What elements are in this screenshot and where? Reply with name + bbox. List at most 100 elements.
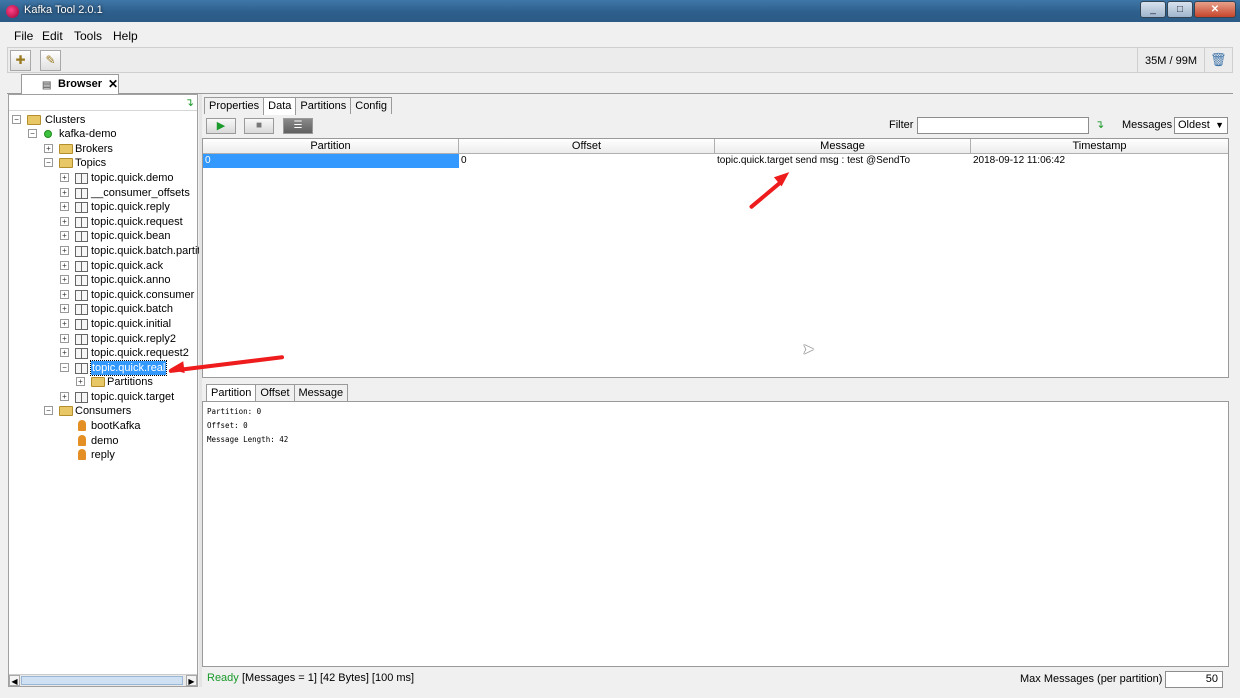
column-header[interactable]: Timestamp	[971, 139, 1228, 154]
tab-browser[interactable]: ▤ Browser ✕	[21, 74, 119, 94]
message-detail-panel: Partition: 0 Offset: 0 Message Length: 4…	[202, 401, 1229, 667]
detail-line: Partition: 0	[207, 407, 262, 416]
expand-icon[interactable]: +	[60, 392, 69, 401]
topic-icon	[75, 319, 88, 330]
menu-help[interactable]: Help	[113, 29, 138, 43]
edit-cluster-button[interactable]: ✎	[40, 50, 61, 71]
expand-icon[interactable]: +	[60, 187, 69, 197]
browser-icon: ▤	[42, 80, 52, 91]
tree-label: topic.quick.bean	[91, 230, 171, 243]
tree-label: topic.quick.request2	[91, 347, 189, 360]
tab-detail-offset[interactable]: Offset	[255, 384, 295, 401]
toolbar: ✚ ✎	[7, 47, 1233, 73]
menu-edit[interactable]: Edit	[42, 29, 63, 43]
topic-icon	[75, 202, 88, 214]
status-info: [Messages = 1] [42 Bytes] [100 ms]	[242, 672, 415, 684]
mouse-cursor-icon: ➤	[802, 341, 815, 358]
tree-label: kafka-demo	[59, 128, 117, 140]
expand-icon[interactable]: +	[60, 246, 69, 255]
scroll-thumb[interactable]	[21, 676, 183, 685]
tree-label: topic.quick.demo	[91, 172, 174, 184]
cluster-connected-icon	[44, 130, 52, 138]
tab-detail-partition[interactable]: Partition	[206, 384, 257, 402]
title-bar: Kafka Tool 2.0.1 _ □ ✕	[0, 0, 1240, 22]
menu-file[interactable]: File	[14, 29, 33, 43]
close-button[interactable]: ✕	[1194, 1, 1236, 18]
scroll-left-icon[interactable]: ◀	[9, 675, 20, 686]
folder-icon	[59, 158, 73, 168]
status-ready: Ready	[207, 672, 239, 684]
view-toggle-button[interactable]: ☰	[283, 118, 313, 134]
stop-button[interactable]: ■	[244, 118, 274, 134]
tab-config[interactable]: Config	[350, 97, 393, 114]
tree-label: topic.quick.target	[91, 391, 175, 403]
annotation-arrowhead	[169, 361, 185, 375]
max-messages-input[interactable]: 50	[1165, 671, 1223, 688]
tree-label: Topics	[75, 157, 107, 169]
expand-icon[interactable]: +	[60, 289, 69, 299]
minimize-button[interactable]: _	[1140, 1, 1166, 18]
table-cell[interactable]: 0	[203, 154, 459, 168]
collapse-icon[interactable]: −	[44, 158, 53, 167]
messages-order-select[interactable]: Oldest ▼	[1174, 117, 1228, 134]
topic-icon	[75, 392, 88, 403]
tree-label: __consumer_offsets	[91, 186, 190, 199]
topic-icon	[75, 246, 88, 257]
collapse-icon[interactable]: −	[12, 115, 21, 124]
table-cell[interactable]: topic.quick.target send msg : test @Send…	[715, 154, 971, 168]
menu-tools[interactable]: Tools	[74, 29, 102, 43]
table-cell[interactable]: 2018-09-12 11:06:42	[971, 154, 1227, 168]
refresh-tree-icon[interactable]: ↴	[185, 96, 194, 109]
scroll-right-icon[interactable]: ▶	[186, 675, 197, 686]
expand-icon[interactable]: +	[60, 333, 69, 343]
collapse-icon[interactable]: −	[44, 406, 53, 415]
tree-horizontal-scrollbar[interactable]: ◀ ▶	[9, 674, 197, 686]
expand-icon[interactable]: +	[60, 319, 69, 328]
expand-icon[interactable]: +	[60, 348, 69, 358]
column-header[interactable]: Offset	[459, 139, 715, 154]
consumer-icon	[78, 449, 86, 461]
consumer-icon	[78, 434, 86, 446]
expand-icon[interactable]: +	[44, 144, 53, 153]
tab-detail-message[interactable]: Message	[293, 384, 349, 401]
play-button[interactable]: ▶	[206, 118, 236, 134]
main-tab-strip: ▤ Browser ✕	[7, 74, 1233, 94]
expand-icon[interactable]: +	[60, 231, 69, 241]
tab-partitions[interactable]: Partitions	[295, 97, 352, 114]
tree-label: topic.quick.consumer	[91, 288, 195, 301]
tree-label: demo	[91, 434, 119, 447]
tree-label: Clusters	[45, 114, 86, 126]
expand-icon[interactable]: +	[60, 260, 69, 270]
chevron-down-icon: ▼	[1215, 120, 1224, 130]
collapse-icon[interactable]: −	[28, 129, 37, 138]
tab-close-icon[interactable]: ✕	[108, 75, 118, 93]
column-header[interactable]: Partition	[203, 139, 459, 154]
expand-icon[interactable]: +	[60, 275, 69, 285]
table-cell[interactable]: 0	[459, 154, 715, 168]
garbage-collect-icon[interactable]: 🗑	[1210, 52, 1227, 68]
add-cluster-button[interactable]: ✚	[10, 50, 31, 71]
maximize-button[interactable]: □	[1167, 1, 1193, 18]
expand-icon[interactable]: +	[60, 304, 69, 314]
tree-label: topic.quick.batch.partit	[91, 245, 201, 257]
filter-input[interactable]	[917, 117, 1089, 134]
collapse-icon[interactable]: −	[60, 362, 69, 372]
topic-icon	[75, 348, 88, 360]
table-row[interactable]: 0 0 topic.quick.target send msg : test @…	[203, 154, 1228, 168]
folder-icon	[59, 144, 73, 154]
tree-label: topic.quick.ack	[91, 259, 164, 272]
tree-label: topic.quick.initial	[91, 318, 172, 330]
tree-label: Partitions	[107, 376, 153, 388]
memory-usage: 35M / 99M	[1137, 47, 1205, 73]
consumer-icon	[78, 420, 86, 431]
topic-icon	[75, 362, 88, 374]
tab-properties[interactable]: Properties	[204, 97, 265, 114]
tab-data[interactable]: Data	[263, 97, 297, 115]
expand-icon[interactable]: +	[60, 202, 69, 212]
apply-filter-icon[interactable]: ↴	[1095, 118, 1104, 131]
column-header[interactable]: Message	[715, 139, 971, 154]
expand-icon[interactable]: +	[76, 377, 85, 386]
expand-icon[interactable]: +	[60, 216, 69, 226]
tree-label: bootKafka	[91, 420, 141, 432]
expand-icon[interactable]: +	[60, 173, 69, 182]
